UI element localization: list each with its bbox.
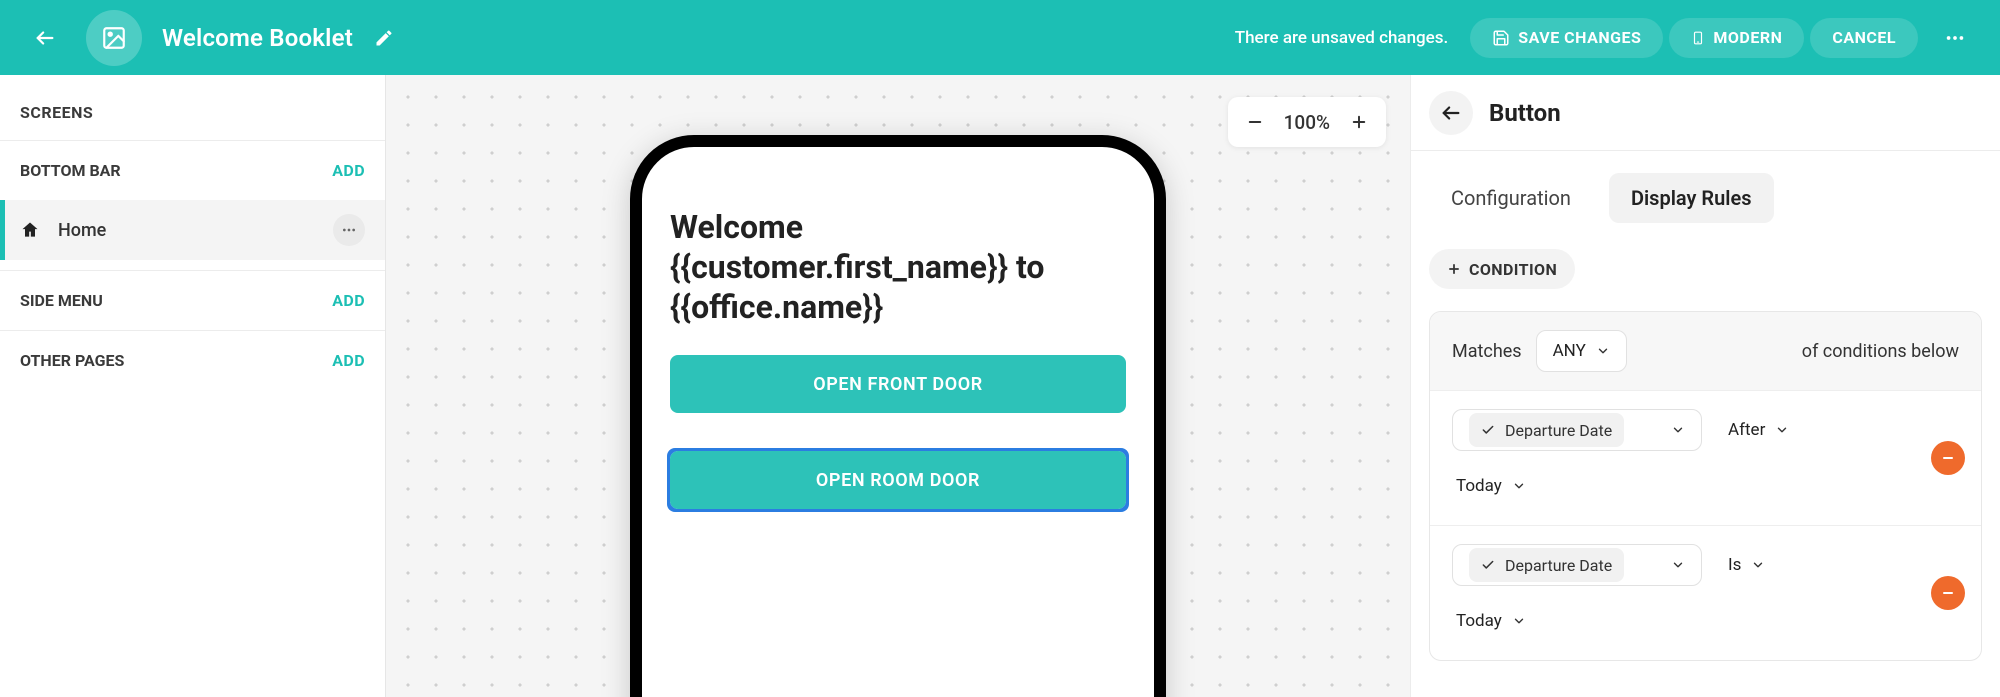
main-area: SCREENS BOTTOM BAR ADD Home SIDE MENU AD… bbox=[0, 75, 2000, 697]
image-icon bbox=[101, 25, 127, 51]
condition-operator-dropdown[interactable]: After bbox=[1724, 409, 1805, 451]
condition-value-dropdown[interactable]: Today bbox=[1452, 600, 1542, 642]
minus-icon bbox=[1246, 113, 1264, 131]
add-condition-button[interactable]: CONDITION bbox=[1429, 249, 1575, 289]
condition-field-dropdown[interactable]: Departure Date bbox=[1452, 544, 1702, 586]
condition-field-value: Departure Date bbox=[1505, 421, 1612, 440]
zoom-control: 100% bbox=[1228, 97, 1386, 147]
save-button-label: SAVE CHANGES bbox=[1518, 28, 1641, 47]
mobile-icon bbox=[1691, 29, 1705, 47]
dots-horizontal-icon bbox=[341, 222, 357, 238]
sidebar-section-other-pages: OTHER PAGES ADD bbox=[0, 330, 385, 390]
right-panel-tabs: Configuration Display Rules bbox=[1411, 151, 2000, 223]
save-icon bbox=[1492, 29, 1510, 47]
condition-value-label: Today bbox=[1456, 611, 1502, 631]
right-panel-title: Button bbox=[1489, 99, 1561, 127]
arrow-left-icon bbox=[34, 27, 56, 49]
remove-condition-button[interactable] bbox=[1931, 576, 1965, 610]
condition-field-value: Departure Date bbox=[1505, 556, 1612, 575]
right-panel-body: CONDITION Matches ANY of conditions belo… bbox=[1411, 223, 2000, 687]
pencil-icon bbox=[374, 28, 394, 48]
chevron-down-icon bbox=[1596, 344, 1610, 358]
condition-value-dropdown[interactable]: Today bbox=[1452, 465, 1542, 507]
match-mode-value: ANY bbox=[1553, 341, 1586, 361]
top-bar: Welcome Booklet There are unsaved change… bbox=[0, 0, 2000, 75]
home-icon bbox=[20, 220, 40, 240]
design-canvas[interactable]: 100% Welcome {{customer.first_name}} to … bbox=[386, 75, 1410, 697]
minus-icon bbox=[1940, 450, 1956, 466]
more-actions-button[interactable] bbox=[1932, 15, 1978, 61]
back-button[interactable] bbox=[22, 15, 68, 61]
sidebar-heading-screens: SCREENS bbox=[0, 75, 385, 140]
condition-operator-value: Is bbox=[1728, 555, 1741, 575]
sidebar-section-bottom-bar: BOTTOM BAR ADD bbox=[0, 140, 385, 200]
chevron-down-icon bbox=[1512, 479, 1526, 493]
matches-label: Matches bbox=[1452, 341, 1522, 362]
condition-operator-value: After bbox=[1728, 420, 1765, 440]
sidebar-item-more-button[interactable] bbox=[333, 214, 365, 246]
tab-display-rules[interactable]: Display Rules bbox=[1609, 173, 1774, 223]
condition-value-label: Today bbox=[1456, 476, 1502, 496]
unsaved-changes-label: There are unsaved changes. bbox=[1235, 28, 1449, 48]
sidebar-section-side-menu: SIDE MENU ADD bbox=[0, 270, 385, 330]
sidebar-section-label: BOTTOM BAR bbox=[20, 161, 121, 180]
preview-button-open-room-door[interactable]: OPEN ROOM DOOR bbox=[670, 451, 1126, 509]
condition-field-chip: Departure Date bbox=[1469, 548, 1624, 582]
zoom-out-button[interactable] bbox=[1238, 105, 1272, 139]
preview-heading[interactable]: Welcome {{customer.first_name}} to {{off… bbox=[670, 207, 1126, 327]
cancel-button[interactable]: CANCEL bbox=[1810, 18, 1918, 58]
condition-field-dropdown[interactable]: Departure Date bbox=[1452, 409, 1702, 451]
add-other-page-button[interactable]: ADD bbox=[332, 351, 365, 370]
chevron-down-icon bbox=[1671, 558, 1685, 572]
preview-button-label: OPEN ROOM DOOR bbox=[816, 470, 980, 491]
add-side-menu-button[interactable]: ADD bbox=[332, 291, 365, 310]
condition-row: Departure Date After Today bbox=[1430, 390, 1981, 525]
check-icon bbox=[1481, 423, 1495, 437]
save-button[interactable]: SAVE CHANGES bbox=[1470, 18, 1663, 58]
document-icon-badge bbox=[86, 10, 142, 66]
preview-mode-button[interactable]: MODERN bbox=[1669, 18, 1804, 58]
chevron-down-icon bbox=[1751, 558, 1765, 572]
left-sidebar: SCREENS BOTTOM BAR ADD Home SIDE MENU AD… bbox=[0, 75, 386, 697]
phone-preview-frame: Welcome {{customer.first_name}} to {{off… bbox=[630, 135, 1166, 697]
match-mode-dropdown[interactable]: ANY bbox=[1536, 330, 1627, 372]
chevron-down-icon bbox=[1512, 614, 1526, 628]
preview-button-open-front-door[interactable]: OPEN FRONT DOOR bbox=[670, 355, 1126, 413]
sidebar-item-home[interactable]: Home bbox=[0, 200, 385, 260]
zoom-value: 100% bbox=[1278, 111, 1336, 134]
condition-operator-dropdown[interactable]: Is bbox=[1724, 544, 1781, 586]
tab-configuration[interactable]: Configuration bbox=[1429, 173, 1593, 223]
cancel-button-label: CANCEL bbox=[1832, 28, 1896, 47]
dots-horizontal-icon bbox=[1944, 27, 1966, 49]
add-bottom-bar-button[interactable]: ADD bbox=[332, 161, 365, 180]
remove-condition-button[interactable] bbox=[1931, 441, 1965, 475]
sidebar-section-label: OTHER PAGES bbox=[20, 351, 124, 370]
check-icon bbox=[1481, 558, 1495, 572]
rename-button[interactable] bbox=[365, 19, 403, 57]
sidebar-section-label: SIDE MENU bbox=[20, 291, 103, 310]
rules-header: Matches ANY of conditions below bbox=[1430, 312, 1981, 390]
condition-row: Departure Date Is Today bbox=[1430, 525, 1981, 660]
chevron-down-icon bbox=[1671, 423, 1685, 437]
right-panel-header: Button bbox=[1411, 75, 2000, 151]
plus-icon bbox=[1350, 113, 1368, 131]
plus-icon bbox=[1447, 262, 1461, 276]
right-panel-back-button[interactable] bbox=[1429, 91, 1473, 135]
minus-icon bbox=[1940, 585, 1956, 601]
matches-tail-label: of conditions below bbox=[1802, 341, 1959, 362]
add-condition-label: CONDITION bbox=[1469, 260, 1557, 279]
zoom-in-button[interactable] bbox=[1342, 105, 1376, 139]
arrow-left-icon bbox=[1440, 102, 1462, 124]
sidebar-item-label: Home bbox=[58, 220, 106, 241]
document-title: Welcome Booklet bbox=[162, 24, 353, 52]
right-panel: Button Configuration Display Rules CONDI… bbox=[1410, 75, 2000, 697]
condition-field-chip: Departure Date bbox=[1469, 413, 1624, 447]
rules-container: Matches ANY of conditions below Departur… bbox=[1429, 311, 1982, 661]
preview-mode-label: MODERN bbox=[1713, 28, 1782, 47]
chevron-down-icon bbox=[1775, 423, 1789, 437]
